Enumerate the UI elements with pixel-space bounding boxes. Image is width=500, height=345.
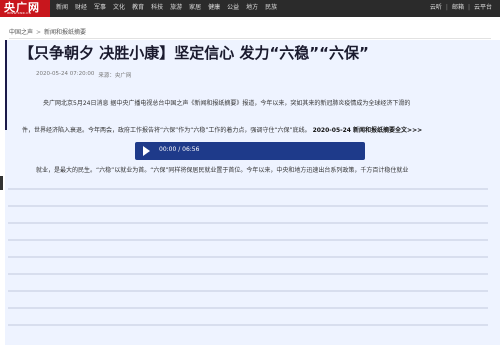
top-navigation-bar: 央广网 WWW.CNR.CN 新闻 财经 军事 文化 教育 科技 旅游 家居 健… [0,0,500,17]
breadcrumb-arrow-icon: > [36,29,42,36]
article-panel [5,40,500,345]
nav-item-finance[interactable]: 财经 [75,3,87,13]
left-accent-bar [5,40,7,130]
nav-item-charity[interactable]: 公益 [227,3,239,13]
nav-item-ethnic[interactable]: 民族 [265,3,277,13]
full-text-link[interactable]: 2020-05-24 新闻和报纸摘要全文>>> [313,127,423,134]
audio-player: 00:00 / 06:56 [135,142,365,160]
nav-item-tech[interactable]: 科技 [151,3,163,13]
faded-text-line [8,256,488,258]
article-meta: 2020-05-24 07:20:00 来源：央广网 [36,71,131,79]
faded-text-line [8,222,488,224]
logo-sub-text: WWW.CNR.CN [7,11,32,15]
channel-nav: 新闻 财经 军事 文化 教育 科技 旅游 家居 健康 公益 地方 民族 [56,3,277,13]
breadcrumb: 中国之声 > 新闻和报纸摘要 [9,27,86,36]
faded-text-line [8,324,488,326]
paragraph-1-text: 件，世界经济陷入衰退。今年两会，政府工作报告将“六保”作为“六稳”工作的着力点，… [22,127,311,134]
faded-text-line [8,188,488,190]
faded-text-line [8,307,488,309]
nav-item-local[interactable]: 地方 [246,3,258,13]
faded-text-line [8,205,488,207]
nav-item-news[interactable]: 新闻 [56,3,68,13]
faded-text-line [8,239,488,241]
faded-text-line [8,290,488,292]
top-links: 云听 | 邮箱 | 云平台 [430,3,492,13]
separator: | [445,4,448,11]
paragraph-1-line-1: 央广网北京5月24日消息 据中央广播电视总台中国之声《新闻和报纸摘要》报道，今年… [43,100,411,107]
link-yunting[interactable]: 云听 [430,3,442,13]
separator: | [467,4,470,11]
article-source: 来源：央广网 [98,73,132,79]
nav-item-education[interactable]: 教育 [132,3,144,13]
play-icon[interactable] [143,146,150,156]
nav-item-travel[interactable]: 旅游 [170,3,182,13]
nav-item-health[interactable]: 健康 [208,3,220,13]
audio-time: 00:00 / 06:56 [159,146,200,153]
nav-item-culture[interactable]: 文化 [113,3,125,13]
cnr-logo[interactable]: 央广网 WWW.CNR.CN [0,0,50,17]
paragraph-2: 就业，是最大的民生。“六稳”以就业为首。“六保”同样将保居民就业置于首位。今年以… [36,167,409,174]
article-title: 【只争朝夕 决胜小康】坚定信心 发力“六稳”“六保” [19,44,369,62]
divider [9,38,491,39]
link-cloud-platform[interactable]: 云平台 [474,3,492,13]
article-date: 2020-05-24 07:20:00 [36,71,95,77]
faded-text-line [8,273,488,275]
breadcrumb-section[interactable]: 新闻和报纸摘要 [44,29,86,36]
nav-item-military[interactable]: 军事 [94,3,106,13]
paragraph-1-line-2: 件，世界经济陷入衰退。今年两会，政府工作报告将“六保”作为“六稳”工作的着力点，… [22,126,422,135]
nav-item-home[interactable]: 家居 [189,3,201,13]
breadcrumb-home[interactable]: 中国之声 [9,29,33,36]
edge-marker [0,176,3,190]
link-mail[interactable]: 邮箱 [452,3,464,13]
